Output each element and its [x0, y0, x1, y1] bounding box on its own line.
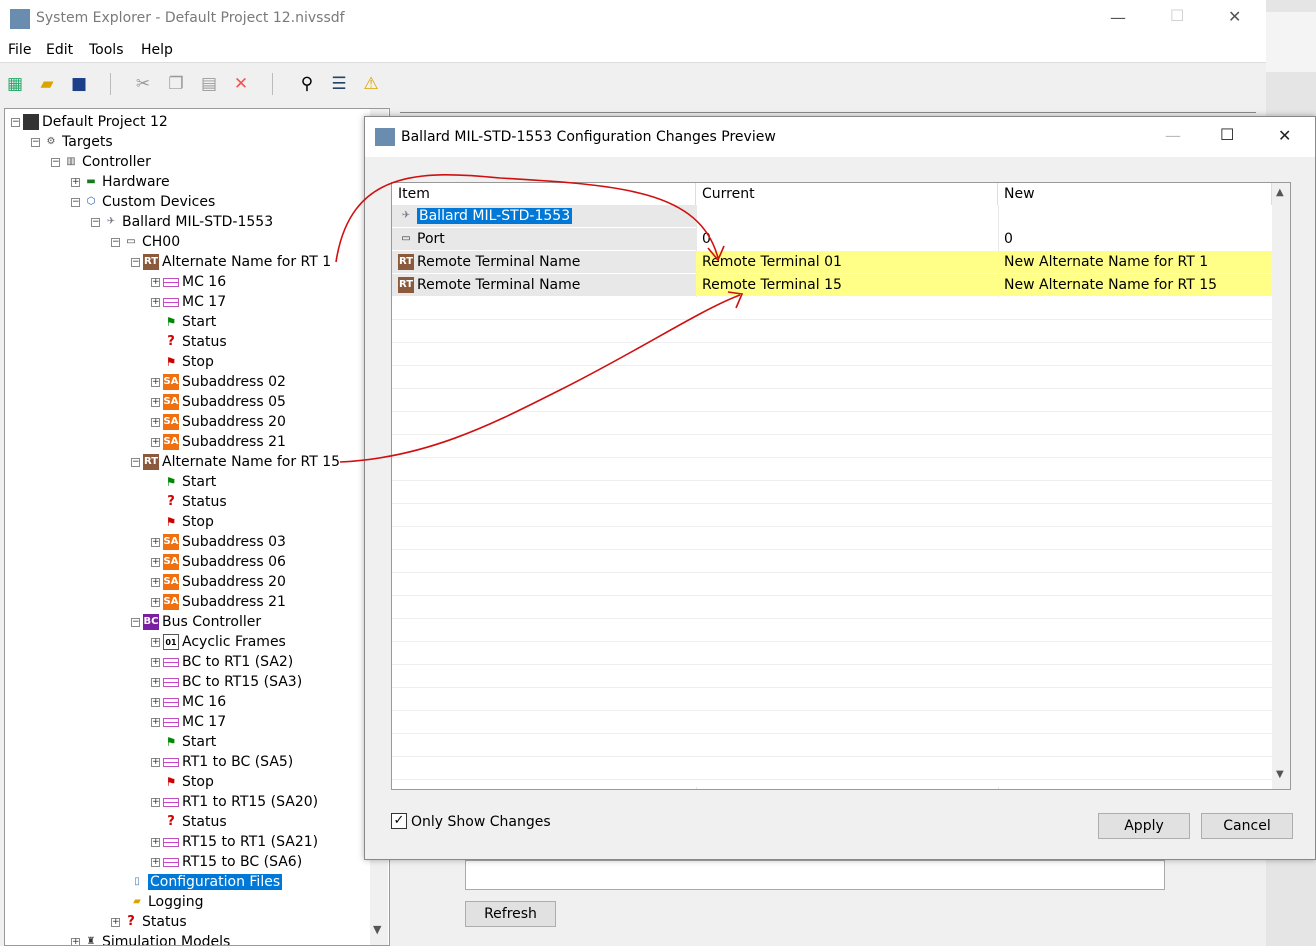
annotation-arrow-rt1 — [335, 174, 719, 263]
annotation-arrowhead — [727, 291, 744, 309]
annotation-overlay — [335, 174, 744, 463]
annotation-arrow-rt15 — [339, 294, 741, 463]
